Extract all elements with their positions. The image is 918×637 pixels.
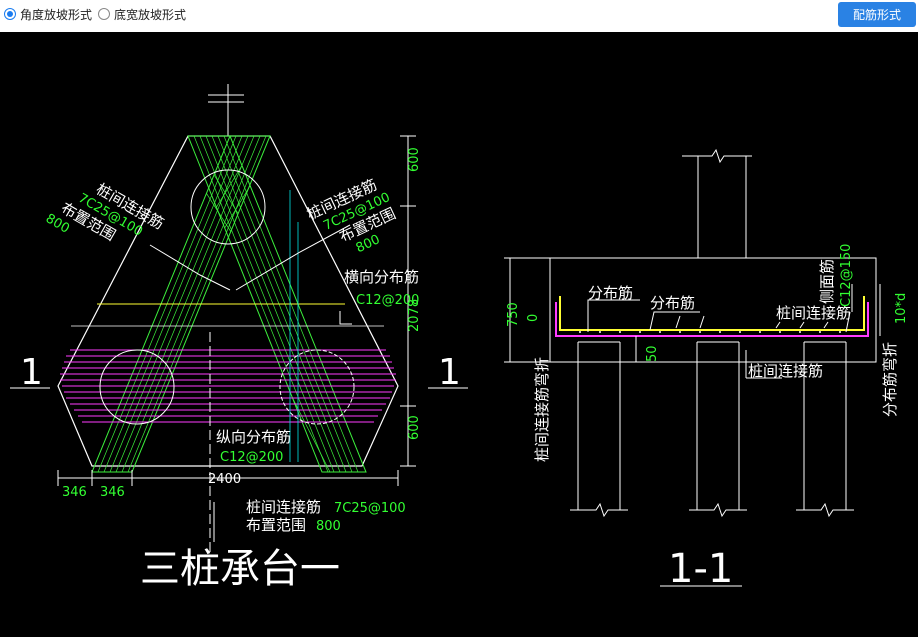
bottom-range-value: 800 <box>316 519 341 534</box>
annotation-left: 桩间连接筋 7C25@100 布置范围 800 <box>43 180 167 245</box>
section-view: 750 0 50 10*d 分布筋弯折 桩间连接筋弯折 分布筋 分布筋 桩间连接… <box>504 148 909 592</box>
dim-750: 750 <box>506 302 521 327</box>
dim-h2-label: 346 <box>100 485 125 500</box>
plan-title: 三桩承台一 <box>140 546 340 592</box>
radio-angle-label: 角度放坡形式 <box>20 7 93 22</box>
long-label: 纵向分布筋 <box>216 428 291 446</box>
dist-bend-label: 分布筋弯折 <box>881 342 899 417</box>
side-label: 侧面筋 <box>818 259 836 304</box>
cad-drawing-canvas: 600 2078 600 346 346 2400 1 1 桩间连接筋 7C25… <box>10 84 909 592</box>
dist-bend-value: 10*d <box>894 293 909 324</box>
section-title: 1-1 <box>668 546 733 592</box>
section-column <box>682 148 752 258</box>
leader-left <box>149 244 231 291</box>
leader-trans <box>339 311 352 325</box>
radio-width-label: 底宽放坡形式 <box>114 7 187 22</box>
annotation-right: 桩间连接筋 7C25@100 布置范围 800 <box>304 176 398 257</box>
trans-spec: C12@200 <box>356 293 419 308</box>
dim-h3-label: 2400 <box>208 472 241 487</box>
dim-v1-label: 600 <box>407 147 422 172</box>
pile-circle-right <box>279 349 355 425</box>
dist-label-2: 分布筋 <box>650 294 695 312</box>
long-spec: C12@200 <box>220 450 283 465</box>
top-toolbar: 角度放坡形式 底宽放坡形式 配筋形式 <box>0 0 918 32</box>
section-dim-left <box>504 257 637 363</box>
section-mark-left: 1 <box>20 352 43 393</box>
dist-label-1: 分布筋 <box>588 284 633 302</box>
dim-v3-label: 600 <box>407 415 422 440</box>
side-spec: C12@150 <box>839 244 854 307</box>
dim-h1-label: 346 <box>62 485 87 500</box>
config-rebar-button[interactable]: 配筋形式 <box>838 2 916 27</box>
radio-width-slope[interactable]: 底宽放坡形式 <box>98 5 186 23</box>
bottom-range-label: 布置范围 <box>246 516 306 534</box>
radio-angle-indicator[interactable] <box>4 8 16 20</box>
plan-view: 600 2078 600 346 346 2400 1 1 桩间连接筋 7C25… <box>10 84 468 592</box>
radio-width-indicator[interactable] <box>98 8 110 20</box>
dim-0: 0 <box>526 314 541 322</box>
column-marker <box>208 84 244 136</box>
bottom-label: 桩间连接筋 <box>246 498 321 516</box>
bottom-spec: 7C25@100 <box>334 501 406 516</box>
dim-50: 50 <box>645 345 660 362</box>
radio-angle-slope[interactable]: 角度放坡形式 <box>4 5 92 23</box>
section-mark-right: 1 <box>438 352 461 393</box>
conn-label-2: 桩间连接筋 <box>748 362 823 380</box>
trans-label: 横向分布筋 <box>344 268 419 286</box>
section-rebar-dots <box>579 331 841 333</box>
conn-bend-label: 桩间连接筋弯折 <box>533 357 551 462</box>
